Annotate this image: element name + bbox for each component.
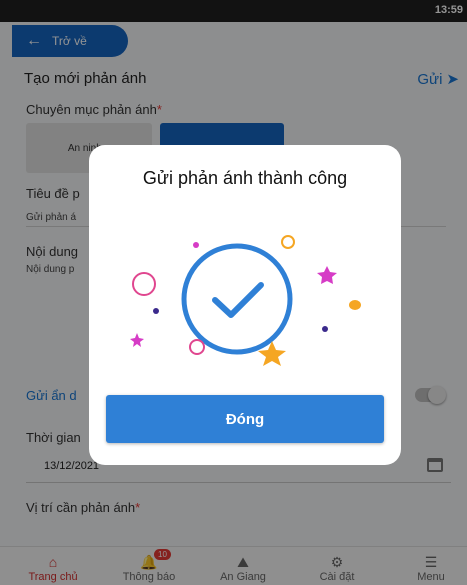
confetti-ring-small bbox=[189, 339, 205, 355]
star-icon-pink bbox=[317, 266, 337, 284]
check-circle bbox=[181, 243, 293, 355]
confetti-dot-pink bbox=[193, 242, 199, 248]
confetti-ring-pink bbox=[132, 272, 156, 296]
check-icon bbox=[212, 282, 264, 318]
close-button[interactable]: Đóng bbox=[106, 395, 384, 443]
confetti-dot-navy-2 bbox=[322, 326, 328, 332]
success-dialog: Gửi phản ánh thành công Đóng bbox=[89, 145, 401, 465]
success-illustration bbox=[130, 235, 361, 366]
confetti-dot-orange bbox=[349, 300, 361, 310]
confetti-dot-navy-1 bbox=[153, 308, 159, 314]
confetti-ring-orange bbox=[281, 235, 295, 249]
star-icon-pink-small bbox=[130, 333, 144, 347]
